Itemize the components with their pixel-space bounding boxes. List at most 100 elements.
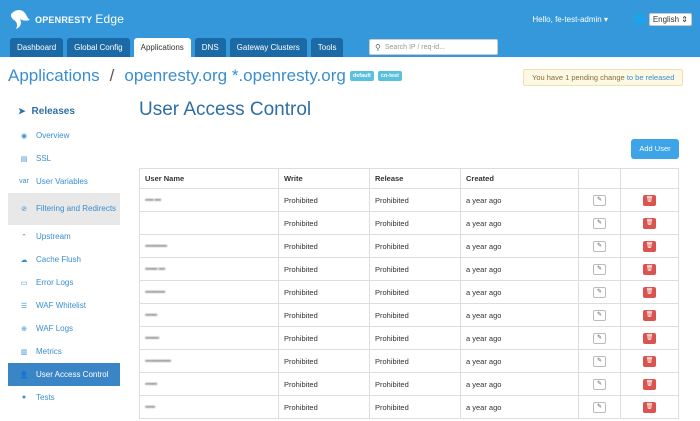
release-permission-cell: Prohibited [370, 350, 461, 372]
trash-icon[interactable]: 🗑 [643, 355, 656, 367]
sidebar-item-cache-flush[interactable]: ☁ Cache Flush [8, 248, 120, 271]
header-created: Created [461, 169, 579, 188]
cache-icon: ☁ [20, 256, 28, 264]
delete-cell: 🗑 [621, 350, 679, 372]
top-navbar: OPENRESTY Edge Hello, fe-test-admin ▾ 🌐 E… [0, 0, 700, 57]
breadcrumb-domain-link[interactable]: openresty.org *.openresty.org [124, 66, 345, 86]
edit-icon[interactable]: ✎ [593, 263, 606, 275]
trash-icon[interactable]: 🗑 [643, 194, 656, 206]
trash-icon[interactable]: 🗑 [643, 309, 656, 321]
trash-icon[interactable]: 🗑 [643, 332, 656, 344]
table-row: ▪▪▪▪▪▪ Prohibited Prohibited a year ago ✎ 🗑 [139, 304, 679, 327]
delete-cell: 🗑 [621, 327, 679, 349]
search-input[interactable]: ⚲ Search IP / req-id... [369, 39, 498, 55]
trash-icon[interactable]: 🗑 [643, 217, 656, 229]
tab-global-config[interactable]: Global Config [67, 38, 130, 57]
created-cell: a year ago [461, 189, 579, 211]
edit-icon[interactable]: ✎ [593, 217, 606, 229]
delete-cell: 🗑 [621, 189, 679, 211]
breadcrumb-separator: / [109, 66, 115, 85]
overview-icon: ◉ [20, 132, 28, 140]
edit-cell: ✎ [579, 235, 621, 257]
write-permission-cell: Prohibited [279, 281, 370, 303]
sidebar-item-overview[interactable]: ◉ Overview [8, 124, 120, 147]
tab-applications[interactable]: Applications [133, 38, 191, 57]
edit-icon[interactable]: ✎ [593, 309, 606, 321]
sidebar-item-upstream[interactable]: ⌃ Upstream [8, 225, 120, 248]
user-name-cell [139, 212, 279, 234]
redacted-user-name: ▪▪▪▪▪▪ [145, 311, 157, 319]
created-cell: a year ago [461, 281, 579, 303]
filter-icon: ⊘ [21, 206, 27, 213]
edit-icon[interactable]: ✎ [593, 355, 606, 367]
edit-icon[interactable]: ✎ [593, 401, 606, 413]
trash-icon[interactable]: 🗑 [643, 286, 656, 298]
sidebar-item-metrics[interactable]: ▥ Metrics [8, 340, 120, 363]
add-user-button[interactable]: Add User [631, 139, 679, 159]
sidebar-item-waf-whitelist[interactable]: ☰ WAF Whitelist [8, 294, 120, 317]
logo-resty-text: RESTY [61, 15, 93, 25]
globe-icon: 🌐 [633, 14, 645, 24]
delete-cell: 🗑 [621, 304, 679, 326]
tab-gateway-clusters[interactable]: Gateway Clusters [229, 38, 307, 57]
sidebar-item-user-access-control[interactable]: 👤 User Access Control [8, 363, 120, 386]
ssl-icon: ▤ [20, 155, 28, 163]
openresty-edge-logo[interactable]: OPENRESTY Edge [10, 5, 124, 33]
table-row: ▪▪▪▪▪▪▪ Prohibited Prohibited a year ago ✎ 🗑 [139, 327, 679, 350]
edit-cell: ✎ [579, 258, 621, 280]
sidebar-item-ssl[interactable]: ▤ SSL [8, 147, 120, 170]
trash-icon[interactable]: 🗑 [643, 378, 656, 390]
release-permission-cell: Prohibited [370, 258, 461, 280]
sidebar: ➤ Releases ◉ Overview ▤ SSL var User Variabl… [8, 99, 120, 409]
breadcrumb-applications-link[interactable]: Applications [8, 66, 100, 86]
release-link[interactable]: to be released [627, 73, 675, 82]
release-permission-cell: Prohibited [370, 327, 461, 349]
sidebar-item-tests[interactable]: ● Tests [8, 386, 120, 409]
redacted-user-name: ▪▪▪▪▫▪▪▪ [145, 196, 161, 204]
tab-tools[interactable]: Tools [310, 38, 344, 57]
write-permission-cell: Prohibited [279, 189, 370, 211]
user-menu[interactable]: Hello, fe-test-admin ▾ [532, 15, 608, 24]
caret-down-icon: ▾ [603, 15, 608, 24]
write-permission-cell: Prohibited [279, 304, 370, 326]
sidebar-item-filtering-redirects[interactable]: ⊘ Filtering and Redirects [8, 193, 120, 225]
delete-cell: 🗑 [621, 235, 679, 257]
sidebar-item-user-variables[interactable]: var User Variables [8, 170, 120, 193]
table-body: ▪▪▪▪▫▪▪▪ Prohibited Prohibited a year ago ✎ 🗑… [139, 189, 679, 419]
bird-logo-icon [10, 10, 30, 29]
table-row: ▪▪▪▪▪ Prohibited Prohibited a year ago ✎ 🗑 [139, 396, 679, 419]
table-row: ▪▪▪▪▪▪ Prohibited Prohibited a year ago ✎ 🗑 [139, 373, 679, 396]
sidebar-item-error-logs[interactable]: ▭ Error Logs [8, 271, 120, 294]
delete-cell: 🗑 [621, 281, 679, 303]
language-select[interactable]: English ⇕ [648, 13, 692, 26]
edit-cell: ✎ [579, 212, 621, 234]
write-permission-cell: Prohibited [279, 350, 370, 372]
release-permission-cell: Prohibited [370, 235, 461, 257]
trash-icon[interactable]: 🗑 [643, 240, 656, 252]
created-cell: a year ago [461, 350, 579, 372]
user-name-cell: ▪▪▪▪▫▪▪▪ [139, 189, 279, 211]
table-header-row: User Name Write Release Created [139, 169, 679, 189]
edit-icon[interactable]: ✎ [593, 194, 606, 206]
edit-icon[interactable]: ✎ [593, 240, 606, 252]
edit-icon[interactable]: ✎ [593, 286, 606, 298]
release-permission-cell: Prohibited [370, 212, 461, 234]
trash-icon[interactable]: 🗑 [643, 401, 656, 413]
delete-cell: 🗑 [621, 212, 679, 234]
user-name-cell: ▪▪▪▪▪▪▪▪▪▪▪▪▪ [139, 350, 279, 372]
trash-icon[interactable]: 🗑 [643, 263, 656, 275]
user-greeting: Hello, fe-test-admin [532, 15, 602, 24]
logo-edge-text: Edge [95, 12, 125, 26]
sidebar-item-waf-logs[interactable]: ⊕ WAF Logs [8, 317, 120, 340]
page-title: User Access Control [139, 99, 312, 120]
tab-dashboard[interactable]: Dashboard [10, 38, 64, 57]
table-row: Prohibited Prohibited a year ago ✎ 🗑 [139, 212, 679, 235]
edit-icon[interactable]: ✎ [593, 332, 606, 344]
edit-cell: ✎ [579, 373, 621, 395]
sidebar-releases-header[interactable]: ➤ Releases [8, 99, 120, 124]
user-name-cell: ▪▪▪▪▪▪▪▪▪▪ [139, 281, 279, 303]
delete-cell: 🗑 [621, 396, 679, 418]
edit-icon[interactable]: ✎ [593, 378, 606, 390]
created-cell: a year ago [461, 373, 579, 395]
tab-dns[interactable]: DNS [194, 38, 226, 57]
